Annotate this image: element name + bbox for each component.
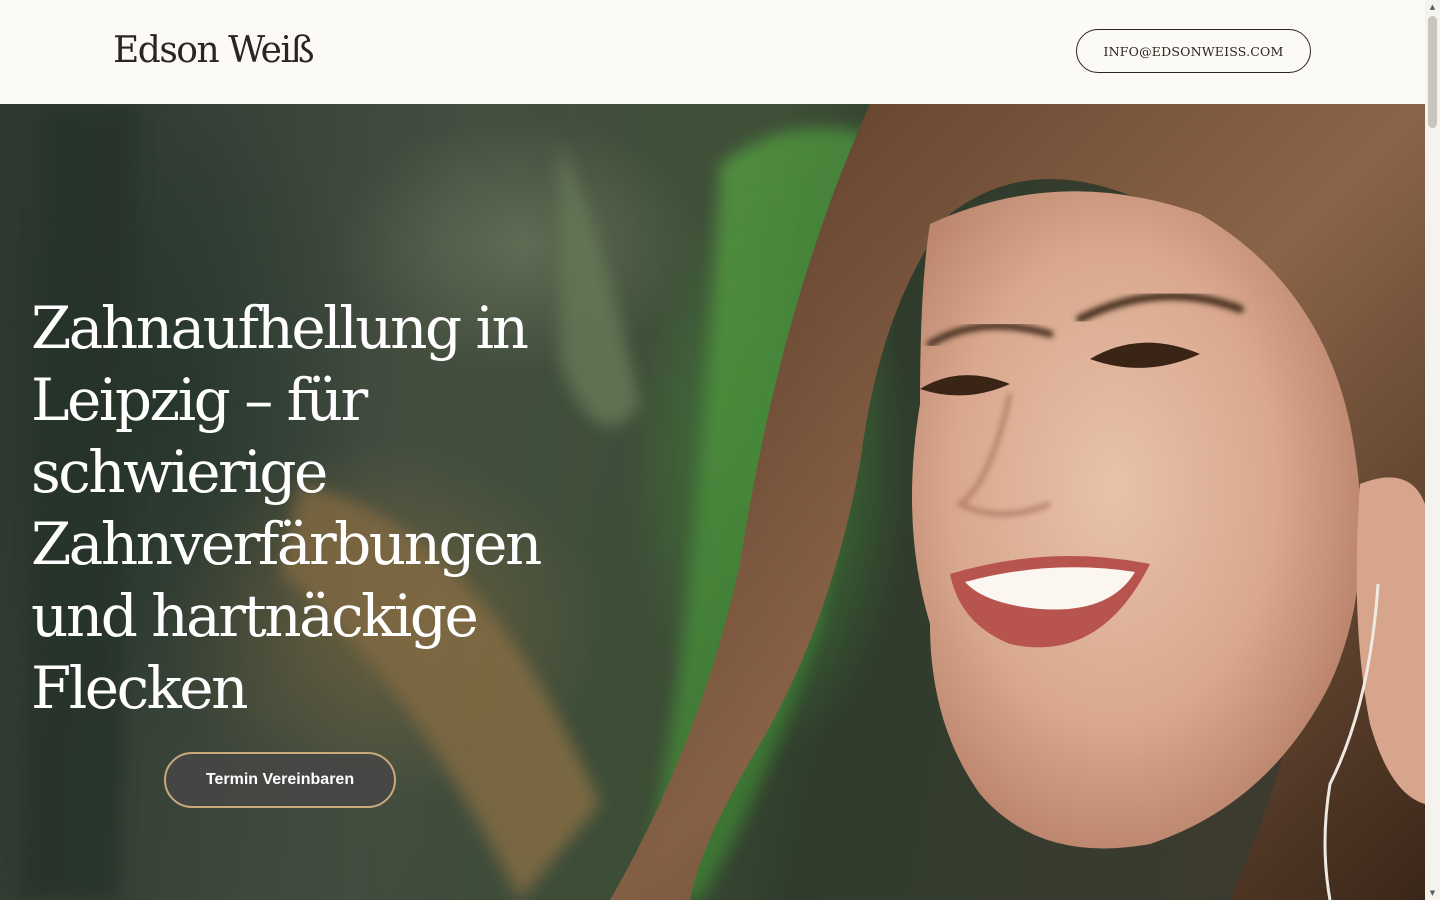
- scrollbar-thumb[interactable]: [1428, 16, 1437, 128]
- brand-logo[interactable]: Edson Weiß: [113, 28, 315, 74]
- appointment-button[interactable]: Termin Vereinbaren: [164, 752, 396, 808]
- hero-section: Zahnaufhellung in Leipzig – für schwieri…: [0, 104, 1425, 900]
- hero-headline: Zahnaufhellung in Leipzig – für schwieri…: [31, 294, 542, 722]
- triangle-up-icon[interactable]: ▲: [1425, 0, 1440, 14]
- site-header: Edson Weiß INFO@EDSONWEISS.COM: [0, 0, 1425, 104]
- email-contact-button[interactable]: INFO@EDSONWEISS.COM: [1076, 29, 1311, 73]
- triangle-down-icon[interactable]: ▼: [1425, 886, 1440, 900]
- scrollbar[interactable]: ▲ ▼: [1425, 0, 1440, 900]
- page: Edson Weiß INFO@EDSONWEISS.COM Zahnaufhe…: [0, 0, 1440, 900]
